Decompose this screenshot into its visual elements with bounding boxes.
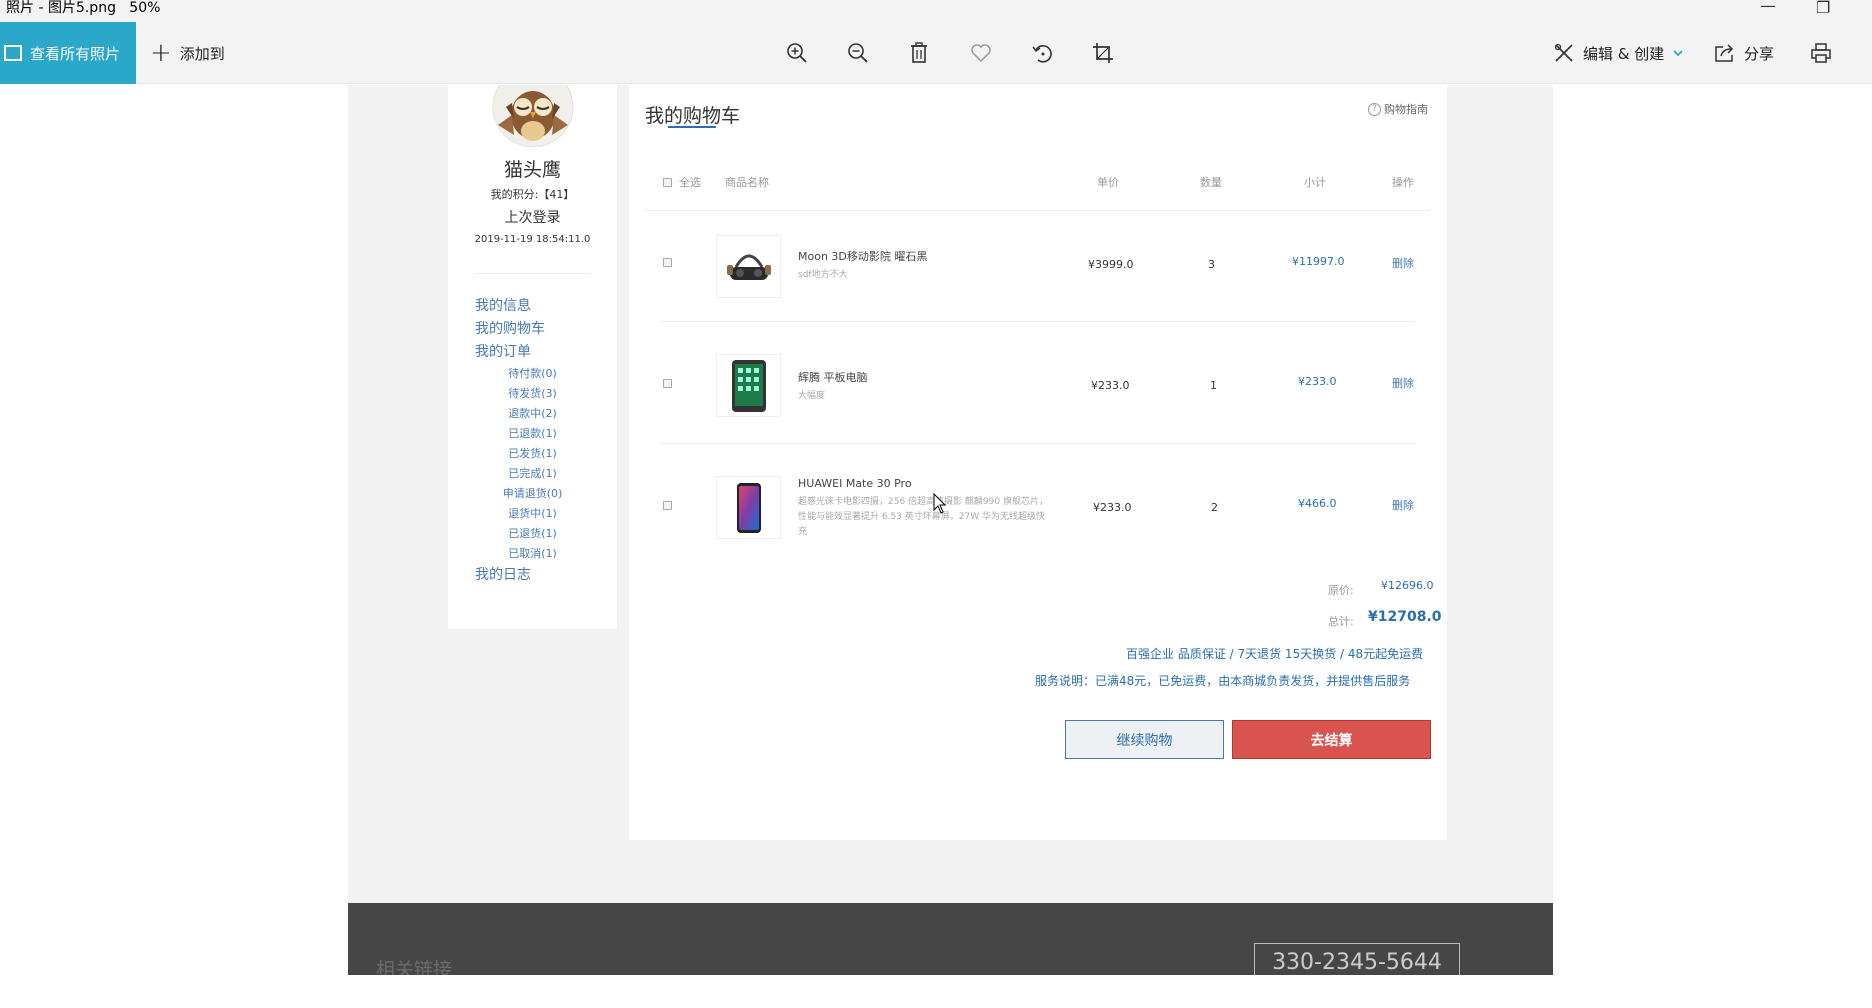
window-title: 照片 - 图片5.png 50%: [6, 0, 161, 16]
minimize-button[interactable]: —: [1760, 0, 1776, 15]
nav-order-status[interactable]: 待付款(0): [448, 365, 617, 381]
owl-avatar: [492, 85, 574, 147]
delete-icon[interactable]: [904, 38, 934, 68]
photos-toolbar: 查看所有照片 + 添加到 编辑 & 创建 分享: [0, 22, 1872, 84]
item-qty[interactable]: 1: [1210, 379, 1217, 392]
item-subtotal: ¥466.0: [1298, 497, 1337, 510]
chevron-down-icon: [1673, 50, 1683, 57]
header-subtotal: 小计: [1304, 176, 1326, 189]
edit-create-label: 编辑 & 创建: [1583, 44, 1665, 63]
share-label: 分享: [1744, 44, 1775, 63]
view-all-photos-button[interactable]: 查看所有照片: [0, 22, 136, 84]
footer-links-heading: 相关链接: [376, 959, 453, 975]
service-note: 服务说明：已满48元，已免运费，由本商城负责发货，并提供售后服务: [1035, 674, 1411, 688]
nav-my-log[interactable]: 我的日志: [475, 564, 531, 584]
last-login-time: 2019-11-19 18:54:11.0: [474, 234, 591, 245]
product-image-vr-headset[interactable]: [716, 235, 781, 298]
checkout-label: 去结算: [1310, 732, 1353, 749]
edit-create-icon: [1554, 43, 1573, 62]
item-name[interactable]: HUAWEI Mate 30 Pro: [798, 477, 912, 490]
header-action: 操作: [1392, 176, 1414, 189]
item-subtotal: ¥11997.0: [1292, 255, 1345, 268]
nav-order-status[interactable]: 退款中(2): [448, 405, 617, 421]
nav-order-status[interactable]: 已完成(1): [448, 465, 617, 481]
share-button[interactable]: 分享: [1714, 22, 1774, 84]
select-all-checkbox[interactable]: [663, 178, 672, 187]
add-to-button[interactable]: + 添加到: [150, 22, 225, 84]
continue-shopping-label: 继续购物: [1116, 732, 1173, 749]
nav-order-status[interactable]: 已退货(1): [448, 525, 617, 541]
nav-order-status[interactable]: 已取消(1): [448, 545, 617, 561]
shopping-guide-link[interactable]: ? 购物指南: [1368, 101, 1428, 117]
nav-order-status[interactable]: 已发货(1): [448, 445, 617, 461]
row-divider: [660, 321, 1415, 322]
original-price-label: 原价:: [1328, 584, 1354, 597]
view-all-photos-label: 查看所有照片: [30, 44, 121, 63]
item-checkbox[interactable]: [663, 258, 672, 267]
restore-button[interactable]: ❐: [1816, 0, 1830, 17]
item-price: ¥233.0: [1091, 379, 1130, 392]
photo-canvas: 猫头鹰 我的积分:【41】 上次登录 2019-11-19 18:54:11.0…: [0, 85, 1872, 975]
product-image-tablet[interactable]: [716, 354, 781, 417]
favorite-icon[interactable]: [966, 38, 996, 68]
nav-order-status[interactable]: 申请退货(0): [448, 485, 617, 501]
cart-title-underline: [668, 126, 716, 128]
nav-order-status[interactable]: 已退款(1): [448, 425, 617, 441]
item-desc: 大幅度: [798, 391, 826, 401]
header-quantity: 数量: [1200, 176, 1222, 189]
service-guarantee: 百强企业 品质保证 / 7天退货 15天换货 / 48元起免运费: [1126, 647, 1424, 661]
user-score: 我的积分:【41】: [490, 188, 575, 201]
share-icon: [1715, 44, 1734, 62]
nav-my-orders[interactable]: 我的订单: [475, 341, 531, 361]
crop-icon[interactable]: [1088, 38, 1118, 68]
shopping-guide-label: 购物指南: [1384, 103, 1428, 116]
add-to-label: 添加到: [179, 44, 225, 63]
zoom-out-icon[interactable]: [843, 38, 873, 68]
nav-order-status[interactable]: 退货中(1): [448, 505, 617, 521]
header-product-name: 商品名称: [725, 176, 769, 189]
nav-my-info[interactable]: 我的信息: [475, 295, 531, 315]
item-price: ¥233.0: [1093, 501, 1132, 514]
username: 猫头鹰: [503, 159, 561, 181]
product-image-phone[interactable]: [716, 476, 781, 539]
cart-title: 我的购物车: [645, 105, 741, 127]
item-price: ¥3999.0: [1088, 258, 1134, 271]
total-value: ¥12708.0: [1368, 609, 1442, 625]
print-icon[interactable]: [1806, 38, 1836, 68]
item-delete-link[interactable]: 删除: [1392, 497, 1414, 513]
item-name[interactable]: Moon 3D移动影院 曜石黑: [798, 248, 927, 264]
header-divider: [645, 210, 1430, 211]
continue-shopping-button[interactable]: 继续购物: [1065, 720, 1224, 759]
window-titlebar: 照片 - 图片5.png 50% — ❐: [0, 0, 1872, 22]
row-divider: [660, 443, 1415, 444]
help-icon: ?: [1368, 102, 1381, 116]
mouse-cursor-icon: [933, 493, 947, 514]
footer-phone: 330-2345-5644: [1254, 943, 1460, 975]
item-desc: sdf地方不大: [798, 270, 848, 280]
item-subtotal: ¥233.0: [1298, 375, 1337, 388]
total-label: 总计:: [1328, 615, 1354, 628]
header-select-all: 全选: [679, 176, 701, 189]
photos-icon: [4, 45, 22, 61]
rotate-icon[interactable]: [1027, 38, 1057, 68]
item-delete-link[interactable]: 删除: [1392, 255, 1414, 271]
nav-order-status[interactable]: 待发货(3): [448, 385, 617, 401]
last-login-label: 上次登录: [504, 210, 561, 226]
item-qty[interactable]: 3: [1208, 258, 1215, 271]
item-name[interactable]: 辉腾 平板电脑: [798, 369, 868, 385]
item-qty[interactable]: 2: [1211, 501, 1218, 514]
zoom-in-icon[interactable]: [782, 38, 812, 68]
item-desc: 超感光徕卡电影四摄，256 倍超高速摄影 麒麟990 旗舰芯片，性能与能效显著提…: [798, 497, 1048, 537]
original-price-value: ¥12696.0: [1381, 579, 1434, 592]
item-checkbox[interactable]: [663, 501, 672, 510]
nav-my-cart[interactable]: 我的购物车: [475, 318, 545, 338]
item-checkbox[interactable]: [663, 379, 672, 388]
header-unit-price: 单价: [1097, 176, 1119, 189]
checkout-button[interactable]: 去结算: [1232, 720, 1431, 759]
edit-create-button[interactable]: 编辑 & 创建: [1553, 22, 1692, 84]
item-delete-link[interactable]: 删除: [1392, 375, 1414, 391]
sidebar-divider: [475, 273, 591, 274]
plus-icon: +: [150, 38, 172, 68]
